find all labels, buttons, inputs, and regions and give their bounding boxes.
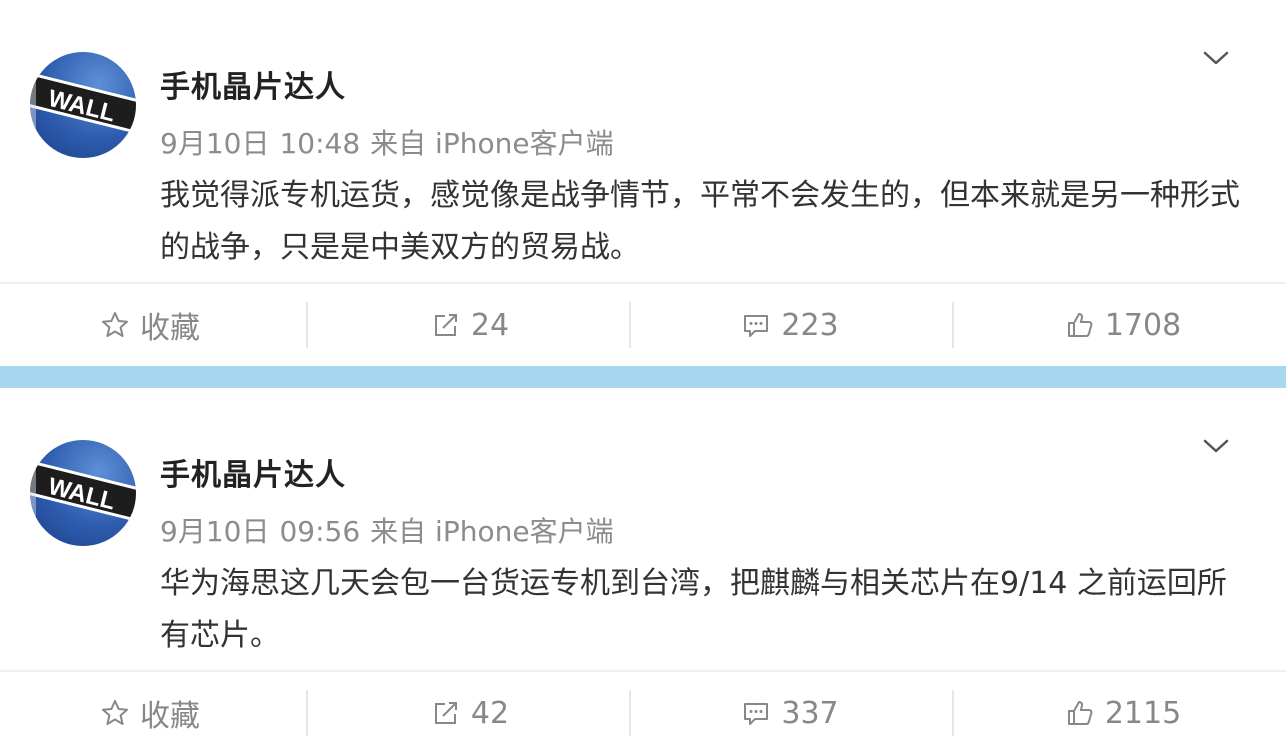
thumbs-up-icon: [1065, 698, 1095, 728]
comment-count: 223: [781, 307, 839, 343]
post-time: 10:48: [279, 127, 361, 160]
favorite-label: 收藏: [140, 699, 200, 734]
post-source: 来自 iPhone客户端: [370, 127, 614, 160]
avatar[interactable]: WALL: [30, 52, 136, 158]
post-date: 9月10日: [160, 515, 270, 548]
avatar[interactable]: WALL: [30, 440, 136, 546]
post-date: 9月10日: [160, 127, 270, 160]
repost-count: 24: [470, 307, 510, 343]
username[interactable]: 手机晶片达人: [160, 62, 346, 106]
repost-button[interactable]: 42: [320, 672, 620, 754]
star-icon: [100, 310, 130, 340]
post-meta: 9月10日 10:48 来自 iPhone客户端: [160, 122, 614, 162]
post-separator-band: [0, 366, 1286, 388]
favorite-button[interactable]: 收藏: [0, 672, 300, 754]
repost-icon: [431, 698, 461, 728]
repost-icon: [431, 310, 461, 340]
post-content: 华为海思这几天会包一台货运专机到台湾，把麒麟与相关芯片在9/14 之前运回所有芯…: [160, 566, 1227, 653]
post-source: 来自 iPhone客户端: [370, 515, 614, 548]
repost-button[interactable]: 24: [320, 284, 620, 366]
chevron-down-icon[interactable]: [1196, 44, 1236, 74]
avatar-sign-text: WALL: [45, 85, 117, 128]
like-button[interactable]: 1708: [960, 284, 1286, 366]
action-bar: 收藏 24 223 1708: [0, 284, 1286, 366]
star-icon: [100, 698, 130, 728]
action-separator: [952, 690, 954, 736]
action-separator: [629, 690, 631, 736]
favorite-button[interactable]: 收藏: [0, 284, 300, 366]
action-bar: 收藏 42 337 2115: [0, 672, 1286, 754]
post-time: 09:56: [279, 515, 361, 548]
avatar-sign-text: WALL: [45, 473, 117, 516]
comment-icon: [741, 310, 771, 340]
comment-button[interactable]: 223: [640, 284, 940, 366]
action-separator: [306, 690, 308, 736]
action-separator: [306, 302, 308, 348]
chevron-down-icon[interactable]: [1196, 432, 1236, 462]
weibo-post: WALL 手机晶片达人 9月10日 10:48 来自 iPhone客户端 我觉得派专…: [0, 0, 1286, 366]
like-count: 1708: [1104, 307, 1182, 343]
repost-count: 42: [470, 695, 510, 731]
thumbs-up-icon: [1065, 310, 1095, 340]
action-separator: [952, 302, 954, 348]
username[interactable]: 手机晶片达人: [160, 450, 346, 494]
post-meta: 9月10日 09:56 来自 iPhone客户端: [160, 510, 614, 550]
post-content: 我觉得派专机运货，感觉像是战争情节，平常不会发生的，但本来就是另一种形式的战争，…: [160, 178, 1240, 265]
favorite-label: 收藏: [140, 311, 200, 346]
comment-icon: [741, 698, 771, 728]
like-button[interactable]: 2115: [960, 672, 1286, 754]
weibo-post: WALL 手机晶片达人 9月10日 09:56 来自 iPhone客户端 华为海思这…: [0, 388, 1286, 754]
action-separator: [629, 302, 631, 348]
comment-count: 337: [781, 695, 839, 731]
like-count: 2115: [1104, 695, 1182, 731]
comment-button[interactable]: 337: [640, 672, 940, 754]
